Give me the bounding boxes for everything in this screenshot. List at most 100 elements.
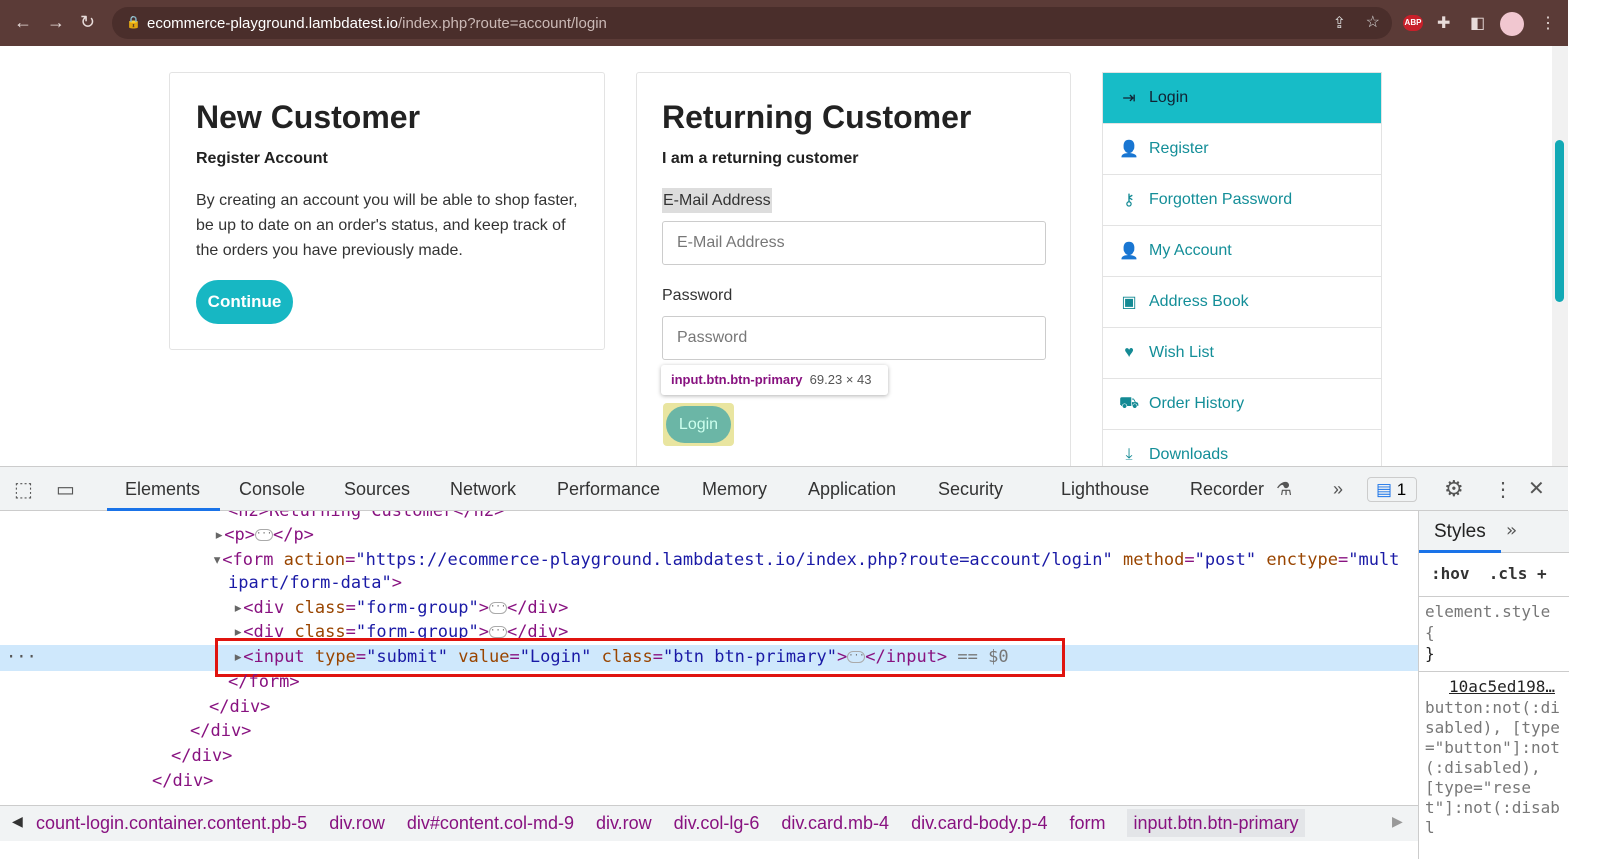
sidebar-item-register[interactable]: 👤 Register bbox=[1103, 124, 1381, 175]
breadcrumb-item[interactable]: count-login.container.content.pb-5 bbox=[36, 813, 307, 833]
sidebar-item-label: Login bbox=[1149, 89, 1189, 106]
tab-application[interactable]: Application bbox=[808, 479, 896, 500]
settings-gear-icon[interactable]: ⚙ bbox=[1444, 476, 1464, 502]
avatar[interactable] bbox=[1500, 12, 1524, 36]
sidebar-item-my-account[interactable]: 👤 My Account bbox=[1103, 226, 1381, 277]
bookmark-star-icon[interactable]: ☆ bbox=[1366, 12, 1380, 32]
heart-icon: ♥ bbox=[1124, 344, 1134, 361]
sidebar-item-downloads[interactable]: ⤓ Downloads bbox=[1103, 430, 1381, 466]
returning-customer-title: Returning Customer bbox=[662, 99, 972, 135]
user-plus-icon: 👤 bbox=[1119, 141, 1139, 158]
new-rule-icon[interactable]: + bbox=[1537, 564, 1547, 583]
email-field[interactable]: E-Mail Address bbox=[662, 221, 1046, 265]
tree-line-form[interactable]: ▾<form action="https://ecommerce-playgro… bbox=[212, 550, 1399, 574]
new-customer-description: By creating an account you will be able … bbox=[196, 192, 578, 259]
sidebar-item-login[interactable]: ⇥ Login bbox=[1103, 73, 1381, 124]
tree-line-div-close: </div> bbox=[152, 771, 214, 791]
tab-performance[interactable]: Performance bbox=[557, 479, 660, 500]
reload-icon[interactable]: ↻ bbox=[80, 12, 95, 33]
returning-customer-card: Returning Customer I am a returning cust… bbox=[636, 72, 1071, 466]
account-sidebar: ⇥ Login 👤 Register ⚷ Forgotten Password 👤 My Ac… bbox=[1102, 72, 1382, 466]
sidebar-item-address-book[interactable]: ▣ Address Book bbox=[1103, 277, 1381, 328]
close-devtools-icon[interactable]: ✕ bbox=[1528, 476, 1545, 501]
more-options-icon[interactable]: ⋮ bbox=[1493, 477, 1513, 502]
element-style-rule[interactable]: element.style {} bbox=[1425, 601, 1565, 664]
password-label: Password bbox=[662, 287, 733, 304]
sidebar-item-label: Address Book bbox=[1149, 293, 1249, 310]
sidebar-item-wish-list[interactable]: ♥ Wish List bbox=[1103, 328, 1381, 379]
sidebar-item-order-history[interactable]: ⛟ Order History bbox=[1103, 379, 1381, 430]
tab-elements[interactable]: Elements bbox=[125, 479, 200, 500]
email-label: E-Mail Address bbox=[662, 188, 772, 213]
back-icon[interactable]: ← bbox=[14, 12, 32, 33]
tab-styles[interactable]: Styles bbox=[1434, 521, 1486, 543]
page-content: New Customer Register Account By creatin… bbox=[0, 46, 1552, 466]
tab-sources[interactable]: Sources bbox=[344, 479, 410, 500]
breadcrumb-item[interactable]: div.col-lg-6 bbox=[674, 813, 760, 833]
breadcrumb-item[interactable]: div.card.mb-4 bbox=[781, 813, 889, 833]
login-button[interactable]: Login bbox=[666, 406, 731, 443]
devtools-toolbar: ⬚ ▭ Elements Console Sources Network Perform… bbox=[0, 467, 1568, 511]
devtools-panel: ⬚ ▭ Elements Console Sources Network Perform… bbox=[0, 466, 1569, 859]
address-bar[interactable]: 🔒 ecommerce-playground.lambdatest.io/ind… bbox=[112, 7, 1392, 39]
tree-line-p[interactable]: ▸<p>···</p> bbox=[214, 525, 314, 549]
tab-recorder[interactable]: Recorder bbox=[1190, 479, 1264, 500]
tree-line-form-group[interactable]: ▸<div class="form-group">···</div> bbox=[233, 598, 568, 622]
row-ellipsis-icon[interactable]: ··· bbox=[6, 647, 37, 667]
lock-icon: 🔒 bbox=[126, 15, 141, 29]
new-customer-title: New Customer bbox=[196, 99, 421, 135]
password-field[interactable]: Password bbox=[662, 316, 1046, 360]
download-icon: ⤓ bbox=[1125, 446, 1133, 463]
tab-memory[interactable]: Memory bbox=[702, 479, 767, 500]
tree-line-form-cont: ipart/form-data"> bbox=[228, 573, 403, 593]
breadcrumb-scroll-right-icon[interactable]: ▶ bbox=[1392, 813, 1403, 830]
button-rule-selector[interactable]: button:not(:disabled), [type="button"]:n… bbox=[1425, 698, 1565, 838]
breadcrumb-item[interactable]: input.btn.btn-primary bbox=[1127, 809, 1305, 837]
sidebar-item-forgotten-password[interactable]: ⚷ Forgotten Password bbox=[1103, 175, 1381, 226]
issues-count: 1 bbox=[1396, 480, 1407, 499]
stylesheet-source-link[interactable]: 10ac5ed198… bbox=[1449, 677, 1555, 696]
sidebar-item-label: Wish List bbox=[1149, 344, 1214, 361]
continue-button[interactable]: Continue bbox=[196, 280, 293, 324]
adblock-icon[interactable]: ABP bbox=[1403, 15, 1423, 31]
inspect-tooltip: input.btn.btn-primary 69.23 × 43 bbox=[661, 365, 888, 395]
url-host: ecommerce-playground.lambdatest.io bbox=[147, 15, 398, 32]
breadcrumb-item[interactable]: div.row bbox=[596, 813, 652, 833]
breadcrumb-scroll-left-icon[interactable]: ◀ bbox=[12, 813, 23, 830]
login-button-highlight: Login bbox=[663, 403, 734, 446]
new-customer-card: New Customer Register Account By creatin… bbox=[169, 72, 605, 350]
tab-lighthouse[interactable]: Lighthouse bbox=[1061, 479, 1149, 500]
address-book-icon: ▣ bbox=[1121, 294, 1137, 311]
more-panes-icon[interactable]: » bbox=[1506, 520, 1517, 541]
url-path: /index.php?route=account/login bbox=[397, 15, 607, 32]
sidebar-item-label: Register bbox=[1149, 140, 1209, 157]
cls-toggle[interactable]: .cls bbox=[1489, 564, 1528, 583]
more-tabs-icon[interactable]: » bbox=[1333, 479, 1343, 500]
page-scrollbar-thumb[interactable] bbox=[1555, 140, 1564, 302]
breadcrumb-item[interactable]: form bbox=[1069, 813, 1105, 833]
key-icon: ⚷ bbox=[1123, 192, 1135, 209]
issues-button[interactable]: ▤ 1 bbox=[1367, 477, 1417, 502]
browser-toolbar: ← → ↻ 🔒 ecommerce-playground.lambdatest.… bbox=[0, 0, 1568, 46]
forward-icon[interactable]: → bbox=[47, 12, 65, 33]
sidebar-item-label: Order History bbox=[1149, 395, 1245, 412]
elements-tree: <h2>Returning Customer</h2> ▸<p>···</p> … bbox=[0, 511, 1418, 805]
share-icon[interactable]: ⇪ bbox=[1333, 13, 1346, 33]
menu-kebab-icon[interactable]: ⋮ bbox=[1540, 13, 1556, 33]
breadcrumb-item[interactable]: div#content.col-md-9 bbox=[407, 813, 574, 833]
breadcrumb-item[interactable]: div.card-body.p-4 bbox=[911, 813, 1047, 833]
dom-breadcrumb: ◀ count-login.container.content.pb-5 div.… bbox=[0, 805, 1418, 841]
breadcrumb-item[interactable]: div.row bbox=[329, 813, 385, 833]
tab-network[interactable]: Network bbox=[450, 479, 516, 500]
extensions-icon[interactable]: ✚ bbox=[1437, 13, 1450, 33]
hov-toggle[interactable]: :hov bbox=[1431, 564, 1470, 583]
sidebar-item-label: Forgotten Password bbox=[1149, 191, 1293, 208]
tree-line-h2[interactable]: <h2>Returning Customer</h2> bbox=[228, 511, 504, 525]
sidebar-item-label: Downloads bbox=[1149, 446, 1229, 463]
sidepanel-icon[interactable]: ◧ bbox=[1470, 13, 1485, 33]
tree-line-div-close: </div> bbox=[171, 746, 233, 766]
tab-security[interactable]: Security bbox=[938, 479, 1003, 500]
tab-console[interactable]: Console bbox=[239, 479, 305, 500]
device-toolbar-icon[interactable]: ▭ bbox=[56, 477, 75, 502]
inspect-element-icon[interactable]: ⬚ bbox=[14, 477, 33, 502]
